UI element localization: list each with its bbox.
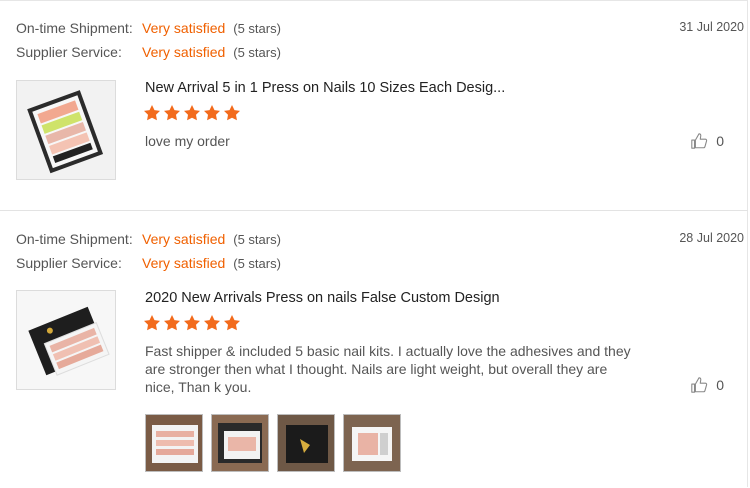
review-photos (145, 414, 401, 472)
review-photo[interactable] (343, 414, 401, 472)
star-icon (164, 105, 180, 121)
thumbs-up-icon (691, 133, 708, 149)
product-thumbnail[interactable] (16, 80, 116, 180)
rating-label: On-time Shipment: (16, 231, 133, 247)
star-rating (143, 104, 241, 124)
review-comment: Fast shipper & included 5 basic nail kit… (145, 343, 631, 395)
like-count: 0 (716, 133, 724, 149)
like-count: 0 (716, 377, 724, 393)
rating-row-shipment: On-time Shipment: Very satisfied (5 stars) (16, 18, 281, 38)
reviews-page: On-time Shipment: Very satisfied (5 stars)… (0, 0, 748, 487)
review-photo[interactable] (211, 414, 269, 472)
star-icon (184, 315, 200, 331)
star-icon (144, 315, 160, 331)
star-icon (224, 105, 240, 121)
rating-stars-text: (5 stars) (233, 256, 281, 271)
rating-value: Very satisfied (142, 20, 226, 36)
rating-stars-text: (5 stars) (233, 45, 281, 60)
review-photo[interactable] (145, 414, 203, 472)
review-comment: love my order (145, 133, 230, 149)
star-icon (144, 105, 160, 121)
rating-label: Supplier Service: (16, 255, 122, 271)
star-icon (204, 315, 220, 331)
star-icon (184, 105, 200, 121)
like-button[interactable]: 0 (690, 132, 724, 150)
like-button[interactable]: 0 (690, 376, 724, 394)
rating-value: Very satisfied (142, 231, 226, 247)
product-title[interactable]: New Arrival 5 in 1 Press on Nails 10 Siz… (145, 80, 505, 96)
review-item: On-time Shipment: Very satisfied (5 stars)… (0, 211, 748, 488)
rating-value: Very satisfied (142, 44, 226, 60)
rating-label: On-time Shipment: (16, 20, 133, 36)
rating-label: Supplier Service: (16, 44, 122, 60)
rating-row-service: Supplier Service: Very satisfied (5 stars) (16, 42, 281, 62)
star-icon (164, 315, 180, 331)
star-rating (143, 314, 241, 334)
review-photo[interactable] (277, 414, 335, 472)
product-title[interactable]: 2020 New Arrivals Press on nails False C… (145, 290, 500, 306)
review-date: 31 Jul 2020 (679, 20, 744, 34)
review-date: 28 Jul 2020 (679, 231, 744, 245)
rating-value: Very satisfied (142, 255, 226, 271)
rating-stars-text: (5 stars) (233, 232, 281, 247)
rating-row-shipment: On-time Shipment: Very satisfied (5 stars) (16, 229, 281, 249)
thumbs-up-icon (691, 377, 708, 393)
star-icon (204, 105, 220, 121)
product-thumbnail[interactable] (16, 290, 116, 390)
review-item: On-time Shipment: Very satisfied (5 stars)… (0, 1, 748, 211)
rating-row-service: Supplier Service: Very satisfied (5 stars) (16, 253, 281, 273)
rating-stars-text: (5 stars) (233, 21, 281, 36)
star-icon (224, 315, 240, 331)
